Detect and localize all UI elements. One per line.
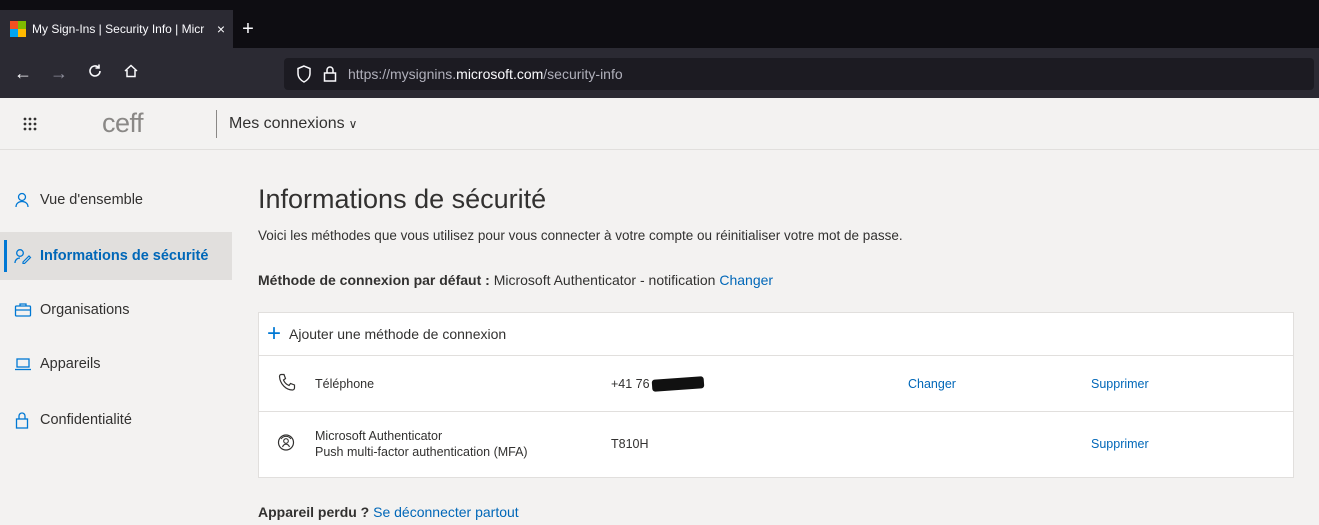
laptop-icon bbox=[14, 356, 36, 372]
method-value: T810H bbox=[611, 437, 649, 451]
sidebar-item-label: Vue d'ensemble bbox=[40, 192, 143, 208]
sidebar-item-label: Appareils bbox=[40, 356, 101, 372]
security-info-icon bbox=[14, 248, 36, 264]
chevron-down-icon: ∨ bbox=[348, 116, 358, 131]
sidebar-item-overview[interactable]: Vue d'ensemble bbox=[0, 176, 232, 224]
delete-phone-link[interactable]: Supprimer bbox=[1091, 377, 1149, 391]
sidebar-item-security-info[interactable]: Informations de sécurité bbox=[0, 232, 232, 280]
method-row-phone: Téléphone +41 76 Changer Supprimer bbox=[259, 356, 1293, 412]
tab-strip: My Sign-Ins | Security Info | Micr × + bbox=[0, 10, 263, 48]
lost-device: Appareil perdu ? Se déconnecter partout bbox=[258, 504, 519, 520]
microsoft-logo-icon bbox=[10, 21, 26, 37]
add-method-button[interactable]: + Ajouter une méthode de connexion bbox=[259, 313, 1293, 356]
method-row-authenticator: Microsoft Authenticator Push multi-facto… bbox=[259, 412, 1293, 476]
address-bar[interactable]: https://mysignins.microsoft.com/security… bbox=[284, 58, 1314, 90]
person-icon bbox=[14, 192, 36, 208]
phone-icon bbox=[277, 372, 299, 395]
main-content: Informations de sécurité Voici les métho… bbox=[232, 150, 1319, 525]
briefcase-icon bbox=[14, 302, 36, 318]
method-name-line1: Microsoft Authenticator bbox=[315, 429, 443, 443]
delete-authenticator-link[interactable]: Supprimer bbox=[1091, 437, 1149, 451]
method-value: +41 76 bbox=[611, 376, 704, 393]
redaction-mark bbox=[651, 376, 704, 393]
browser-tab[interactable]: My Sign-Ins | Security Info | Micr × bbox=[0, 10, 233, 48]
method-name: Téléphone bbox=[315, 376, 375, 391]
change-phone-link[interactable]: Changer bbox=[908, 377, 956, 391]
home-icon[interactable] bbox=[118, 63, 144, 84]
methods-card: + Ajouter une méthode de connexion Télép… bbox=[258, 312, 1294, 478]
sidebar-item-label: Organisations bbox=[40, 302, 130, 318]
app-header: ceff Mes connexions ∨ bbox=[0, 98, 1319, 150]
method-name-line2: Push multi-factor authentication (MFA) bbox=[315, 445, 528, 459]
sidebar-item-label: Confidentialité bbox=[40, 412, 132, 428]
default-method-label: Méthode de connexion par défaut : bbox=[258, 272, 490, 288]
new-tab-button[interactable]: + bbox=[233, 10, 263, 48]
back-arrow-icon[interactable]: ← bbox=[10, 63, 36, 84]
padlock-icon[interactable] bbox=[322, 65, 338, 83]
app-title: Mes connexions bbox=[229, 114, 345, 132]
default-method: Méthode de connexion par défaut : Micros… bbox=[258, 272, 773, 288]
sidebar-item-label: Informations de sécurité bbox=[40, 248, 209, 264]
app-launcher-icon[interactable] bbox=[0, 117, 60, 131]
app-title-menu[interactable]: Mes connexions ∨ bbox=[217, 115, 357, 133]
sign-out-everywhere-link[interactable]: Se déconnecter partout bbox=[373, 504, 519, 520]
org-logo: ceff bbox=[102, 108, 144, 138]
url-text: https://mysignins.microsoft.com/security… bbox=[348, 66, 623, 82]
shield-icon[interactable] bbox=[296, 65, 312, 83]
authenticator-icon bbox=[277, 433, 295, 456]
lost-device-label: Appareil perdu ? bbox=[258, 504, 370, 520]
default-method-value: Microsoft Authenticator - notification bbox=[493, 272, 716, 288]
page-subtitle: Voici les méthodes que vous utilisez pou… bbox=[258, 228, 903, 243]
browser-nav-bar: ← → https://mysignins.microsoft.com/secu… bbox=[0, 48, 1319, 98]
sidebar-item-organisations[interactable]: Organisations bbox=[0, 286, 232, 334]
change-default-method-link[interactable]: Changer bbox=[719, 272, 773, 288]
sidebar-item-devices[interactable]: Appareils bbox=[0, 340, 232, 388]
sidebar: Vue d'ensemble Informations de sécurité … bbox=[0, 150, 232, 525]
sidebar-item-privacy[interactable]: Confidentialité bbox=[0, 396, 232, 444]
reload-icon[interactable] bbox=[82, 63, 108, 84]
lock-icon bbox=[14, 411, 36, 429]
add-method-label: Ajouter une méthode de connexion bbox=[289, 326, 507, 342]
page-title: Informations de sécurité bbox=[258, 184, 547, 214]
forward-arrow-icon[interactable]: → bbox=[46, 63, 72, 84]
close-tab-icon[interactable]: × bbox=[217, 21, 225, 37]
plus-icon: + bbox=[267, 320, 282, 347]
method-name: Microsoft Authenticator Push multi-facto… bbox=[315, 428, 528, 460]
tab-title: My Sign-Ins | Security Info | Micr bbox=[32, 22, 205, 36]
